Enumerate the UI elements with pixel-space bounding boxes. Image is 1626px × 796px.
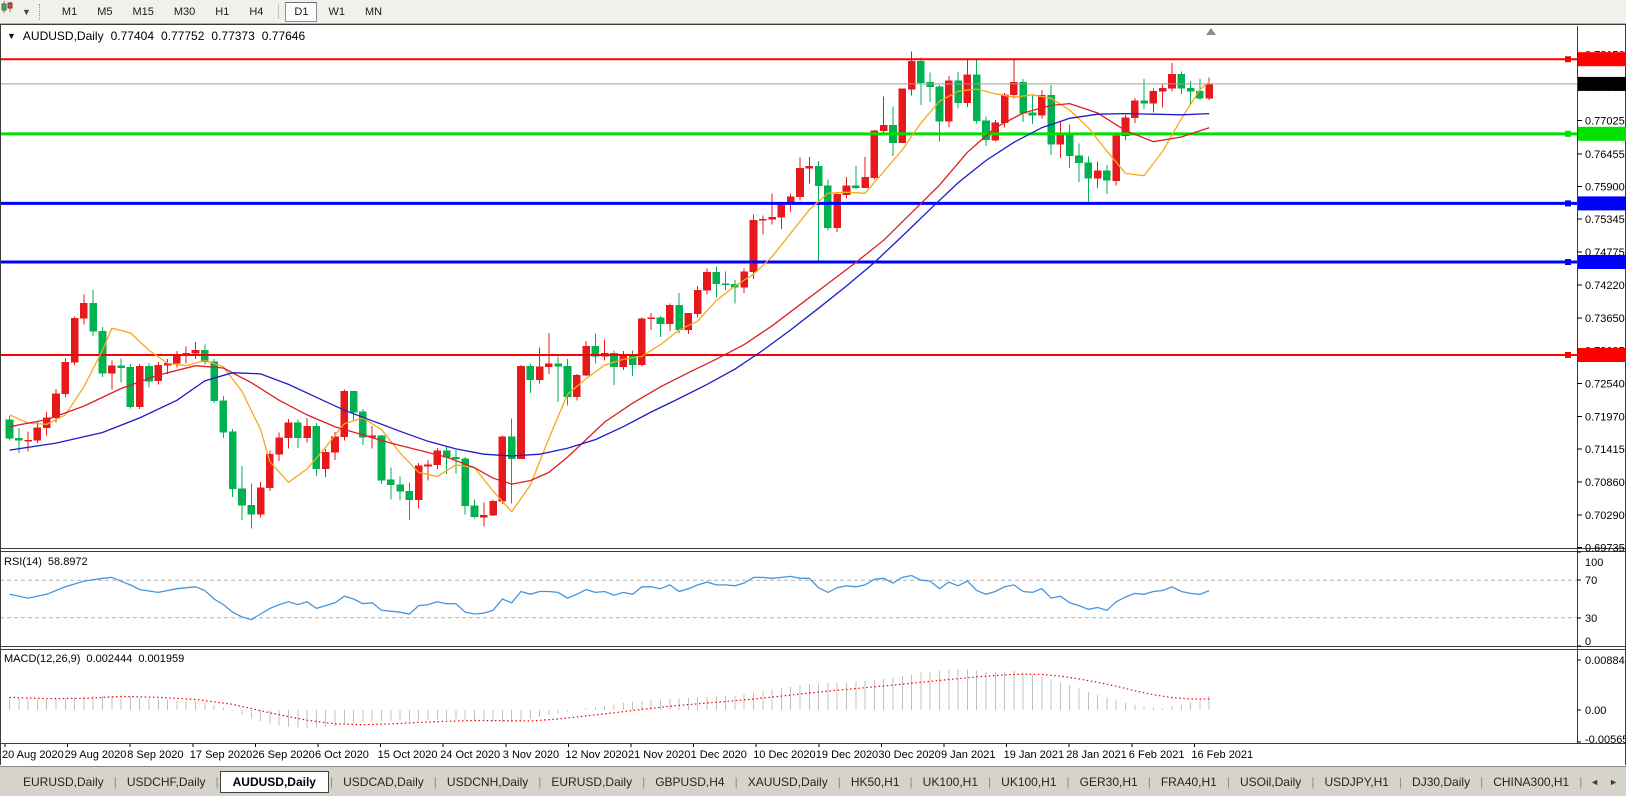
tab-ger30-h1[interactable]: GER30,H1 (1071, 771, 1147, 793)
rsi-tick-label: 0 (1585, 636, 1591, 648)
chart-canvas[interactable]: 0.781500.775950.770250.764550.759000.753… (0, 0, 1626, 766)
timeframe-button-m15[interactable]: M15 (123, 2, 162, 22)
toolbar-grip[interactable] (38, 3, 44, 20)
date-label: 9 Jan 2021 (941, 749, 995, 761)
tab-usdcad-daily[interactable]: USDCAD,Daily (334, 771, 433, 793)
symbol-tabbar: EURUSD,Daily | USDCHF,Daily | AUDUSD,Daily | U… (0, 766, 1626, 796)
date-label: 17 Sep 2020 (190, 749, 252, 761)
tab-eurusd-daily[interactable]: EURUSD,Daily (14, 771, 113, 793)
macd-tick-label: 0.00 (1585, 705, 1606, 717)
date-label: 6 Feb 2021 (1129, 749, 1185, 761)
tab-usdchf-daily[interactable]: USDCHF,Daily (118, 771, 215, 793)
tab-gbpusd-h4[interactable]: GBPUSD,H4 (646, 771, 733, 793)
tab-hk50-h1[interactable]: HK50,H1 (842, 771, 909, 793)
date-label: 15 Oct 2020 (378, 749, 438, 761)
timeframe-buttons: M1 M5 M15 M30 H1 H4 D1 W1 MN (52, 1, 392, 22)
timeframe-button-m30[interactable]: M30 (165, 2, 204, 22)
date-label: 16 Feb 2021 (1191, 749, 1253, 761)
timeframe-button-h1[interactable]: H1 (206, 2, 238, 22)
mt4-window: { "toolbar": { "timeframes": ["M1","M5",… (0, 0, 1626, 796)
tab-usdjpy-h1[interactable]: USDJPY,H1 (1315, 771, 1397, 793)
rsi-tick-label: 30 (1585, 613, 1597, 625)
date-label: 29 Aug 2020 (65, 749, 127, 761)
tab-china300-h1[interactable]: CHINA300,H1 (1484, 771, 1578, 793)
date-label: 24 Oct 2020 (440, 749, 500, 761)
price-label-box[interactable] (1578, 76, 1626, 91)
line-handle (1565, 56, 1571, 63)
tab-scroll-arrows: ◄ ► (1584, 767, 1626, 796)
price-label-box[interactable] (1578, 196, 1626, 211)
date-label: 1 Dec 2020 (691, 749, 747, 761)
tabs-row: EURUSD,Daily | USDCHF,Daily | AUDUSD,Daily | U… (14, 770, 1626, 793)
date-label: 12 Nov 2020 (565, 749, 627, 761)
price-tick-label: 0.69735 (1585, 543, 1625, 555)
price-tick-label: 0.71970 (1585, 412, 1625, 424)
price-tick-label: 0.73650 (1585, 313, 1625, 325)
date-label: 3 Nov 2020 (503, 749, 559, 761)
price-tick-label: 0.70860 (1585, 477, 1625, 489)
date-label: 30 Dec 2020 (878, 749, 940, 761)
price-label-box[interactable] (1578, 255, 1626, 269)
date-label: 19 Dec 2020 (816, 749, 878, 761)
tab-eurusd-daily[interactable]: EURUSD,Daily (542, 771, 641, 793)
date-label: 6 Oct 2020 (315, 749, 369, 761)
toolbar: ▼ M1 M5 M15 M30 H1 H4 D1 W1 MN (0, 0, 1626, 24)
timeframe-button-mn[interactable]: MN (356, 2, 391, 22)
timeframe-button-m1[interactable]: M1 (53, 2, 86, 22)
price-tick-label: 0.75900 (1585, 181, 1625, 193)
line-handle (1565, 259, 1571, 266)
timeframe-button-m5[interactable]: M5 (88, 2, 121, 22)
chart-type-icon[interactable] (1, 1, 22, 20)
price-tick-label: 0.72540 (1585, 378, 1625, 390)
tab-scroll-right-icon[interactable]: ► (1609, 777, 1618, 787)
macd-tick-label: 0.00884 (1585, 655, 1625, 667)
tab-usoil-daily[interactable]: USOil,Daily (1231, 771, 1310, 793)
date-label: 10 Dec 2020 (753, 749, 815, 761)
collapse-icon[interactable]: ▼ (7, 31, 16, 41)
tab-xauusd-daily[interactable]: XAUUSD,Daily (739, 771, 837, 793)
date-label: 19 Jan 2021 (1004, 749, 1065, 761)
dropdown-caret-icon[interactable]: ▼ (22, 7, 31, 17)
price-label-box[interactable] (1578, 348, 1626, 362)
price-tick-label: 0.77025 (1585, 115, 1625, 127)
timeframe-button-h4[interactable]: H4 (240, 2, 272, 22)
timeframe-button-d1[interactable]: D1 (285, 1, 318, 22)
date-label: 8 Sep 2020 (127, 749, 183, 761)
date-label: 28 Jan 2021 (1066, 749, 1127, 761)
tab-fra40-h1[interactable]: FRA40,H1 (1152, 771, 1226, 793)
price-label-box[interactable] (1578, 52, 1626, 67)
tab-uk100-h1[interactable]: UK100,H1 (992, 771, 1065, 793)
rsi-tick-label: 100 (1585, 557, 1603, 569)
line-handle (1565, 351, 1571, 358)
tab-uk100-h1[interactable]: UK100,H1 (914, 771, 987, 793)
line-handle (1565, 200, 1571, 207)
price-tick-label: 0.70290 (1585, 510, 1625, 522)
price-tick-label: 0.74220 (1585, 280, 1625, 292)
toolbar-separator (278, 4, 280, 19)
price-tick-label: 0.75345 (1585, 214, 1625, 226)
rsi-tick-label: 70 (1585, 575, 1597, 587)
price-tick-label: 0.71415 (1585, 444, 1625, 456)
date-label: 20 Aug 2020 (2, 749, 64, 761)
tab-scroll-left-icon[interactable]: ◄ (1590, 777, 1599, 787)
timeframe-button-w1[interactable]: W1 (319, 2, 354, 22)
date-label: 26 Sep 2020 (252, 749, 314, 761)
line-handle (1565, 130, 1571, 137)
price-label-box[interactable] (1578, 126, 1626, 141)
macd-tick-label: -0.005651 (1585, 734, 1626, 746)
date-label: 21 Nov 2020 (628, 749, 690, 761)
tab-dj30-daily[interactable]: DJ30,Daily (1403, 771, 1479, 793)
price-tick-label: 0.76455 (1585, 149, 1625, 161)
tab-audusd-daily[interactable]: AUDUSD,Daily (219, 770, 329, 793)
tab-usdcnh-daily[interactable]: USDCNH,Daily (438, 771, 537, 793)
